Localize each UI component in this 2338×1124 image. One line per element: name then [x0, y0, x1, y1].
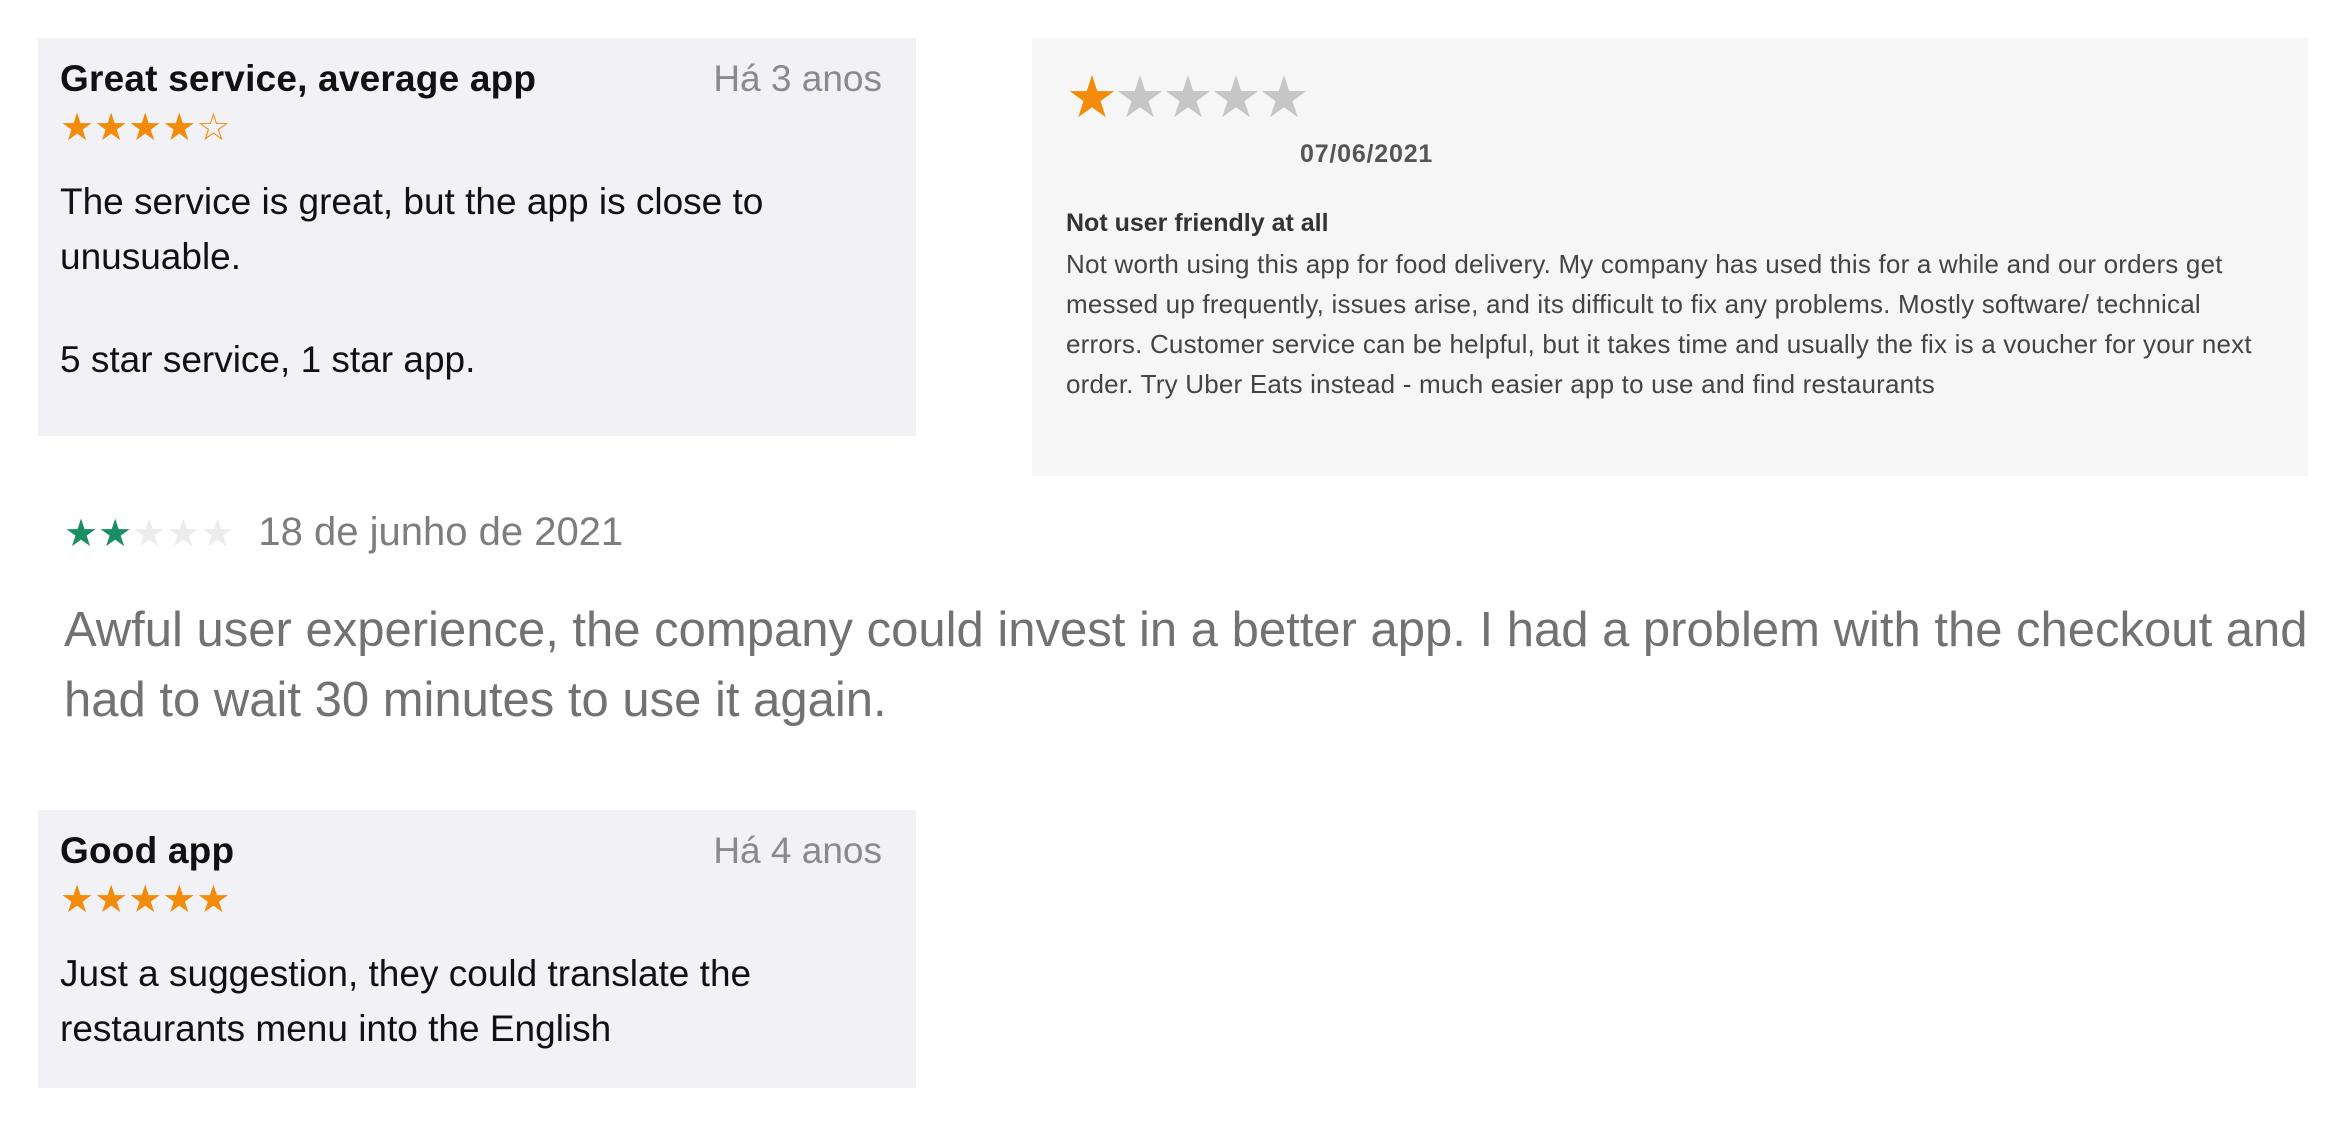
review-header: Good app Há 4 anos [60, 830, 882, 872]
review-awful-experience: ★★★★★ 18 de junho de 2021 Awful user exp… [64, 510, 2314, 735]
star-icon: ★ [94, 877, 129, 921]
star-icon: ★ [1066, 63, 1118, 131]
star-empty-icon: ★ [132, 510, 167, 555]
star-empty-icon: ★ [200, 510, 235, 555]
star-icon: ★ [60, 105, 95, 149]
review-text: 5 star service, 1 star app. [60, 339, 476, 380]
star-icon: ★ [128, 105, 163, 149]
review-card-good-app: Good app Há 4 anos ★★★★★ Just a suggesti… [38, 810, 916, 1088]
review-date: 18 de junho de 2021 [258, 510, 624, 554]
star-icon: ★ [128, 877, 163, 921]
review-header: ★★★★★ 18 de junho de 2021 [64, 510, 2314, 555]
star-icon: ★ [162, 877, 197, 921]
star-rating: ★★★★★ [64, 514, 234, 552]
star-rating: ★★★★★ [1066, 68, 2274, 126]
review-text: The service is great, but the app is clo… [60, 181, 764, 277]
review-title: Not user friendly at all [1066, 209, 1329, 237]
star-empty-icon: ★ [166, 510, 201, 555]
star-icon: ★ [196, 877, 231, 921]
star-rating: ★★★★☆ [60, 108, 882, 146]
star-empty-icon: ★ [1114, 63, 1166, 131]
star-empty-icon: ★ [1210, 63, 1262, 131]
star-icon: ★ [162, 105, 197, 149]
review-title: Good app [60, 830, 235, 871]
review-body: Awful user experience, the company could… [64, 603, 2308, 727]
review-header: Great service, average app Há 3 anos [60, 58, 882, 100]
star-icon: ★ [60, 877, 95, 921]
star-rating: ★★★★★ [60, 880, 882, 918]
review-title: Great service, average app [60, 58, 537, 99]
star-icon: ★ [64, 510, 99, 555]
star-empty-icon: ★ [1258, 63, 1310, 131]
review-card-not-user-friendly: ★★★★★ 07/06/2021 Not user friendly at al… [1032, 38, 2308, 476]
review-card-great-service: Great service, average app Há 3 anos ★★★… [38, 38, 916, 436]
star-icon: ★ [94, 105, 129, 149]
review-age: Há 4 anos [713, 830, 882, 871]
review-body: Just a suggestion, they could translate … [60, 953, 752, 1049]
review-body: Not worth using this app for food delive… [1066, 249, 2252, 399]
star-outline-icon: ☆ [196, 105, 231, 149]
star-empty-icon: ★ [1162, 63, 1214, 131]
review-date: 07/06/2021 [1300, 140, 1434, 168]
review-body: The service is great, but the app is clo… [60, 174, 882, 387]
review-age: Há 3 anos [713, 58, 882, 99]
star-icon: ★ [98, 510, 133, 555]
